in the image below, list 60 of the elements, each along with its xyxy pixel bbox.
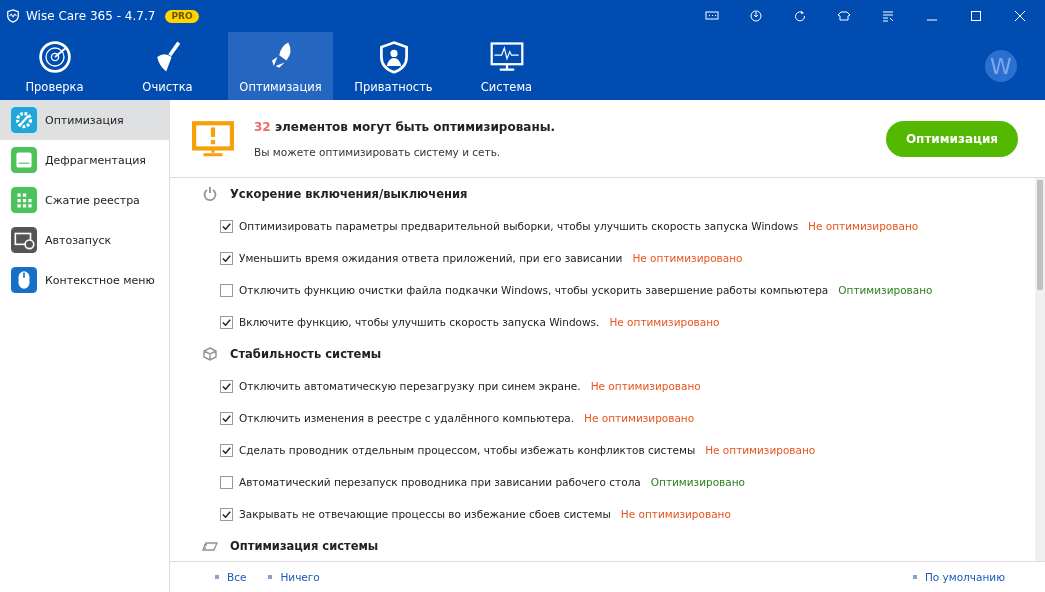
monitor-warning-icon [192,120,234,157]
cube-icon [202,346,218,362]
menu-icon[interactable] [881,9,895,23]
sidebar-item[interactable]: Сжатие реестра [0,180,169,220]
option-label: Отключить автоматическую перезагрузку при синем экране. [239,380,581,392]
status-text: Не оптимизировано [808,220,919,232]
checkbox[interactable] [220,251,233,265]
maximize-icon[interactable] [969,9,983,23]
select-link[interactable]: Ничего [268,571,320,583]
section-title: Стабильность системы [230,347,382,361]
section-title: Оптимизация системы [230,539,379,553]
nav-tab[interactable]: Система [454,32,559,100]
checkbox[interactable] [220,379,233,393]
sidebar-item[interactable]: Автозапуск [0,220,169,260]
section-title: Ускорение включения/выключения [230,187,468,201]
nav-tab[interactable]: Приватность [341,32,446,100]
status-text: Не оптимизировано [705,444,816,456]
logo-icon [6,9,20,23]
pro-badge: PRO [165,9,199,23]
option-label: Уменьшить время ожидания ответа приложений, при его зависании [239,252,623,264]
status-text: Не оптимизировано [620,508,731,520]
option-label: Включите функцию, чтобы улучшить скорость запуска Windows. [239,316,600,328]
option-label: Оптимизировать параметры предварительной выборки, чтобы улучшить скорость запуска Windows [239,220,799,232]
status-text: Оптимизировано [650,476,745,488]
option-label: Закрывать не отвечающие процессы во избежание сбоев системы [239,508,611,520]
summary-text: 32 элементов могут быть оптимизированы. [254,119,556,134]
power-icon [202,186,218,202]
checkbox[interactable] [220,411,233,425]
checkbox[interactable] [220,507,233,521]
status-text: Оптимизировано [838,284,933,296]
status-text: Не оптимизировано [590,380,701,392]
shirt-icon[interactable] [837,9,851,23]
nav-tab[interactable]: Очистка [115,32,220,100]
refresh-icon[interactable] [793,9,807,23]
status-text: Не оптимизировано [632,252,743,264]
option-label: Отключить функцию очистки файла подкачки Windows, чтобы ускорить завершение работы компьютера [239,284,829,296]
option-label: Автоматический перезапуск проводника при зависании рабочего стола [239,476,641,488]
feedback-icon[interactable] [705,9,719,23]
default-link[interactable]: По умолчанию [912,571,1005,583]
sidebar-item[interactable]: Дефрагментация [0,140,169,180]
sidebar-item[interactable]: Контекстное меню [0,260,169,300]
checkbox[interactable] [220,475,233,489]
scroll-thumb[interactable] [1037,180,1043,290]
status-text: Не оптимизировано [609,316,720,328]
option-label: Отключить изменения в реестре с удалённого компьютера. [239,412,575,424]
option-label: Сделать проводник отдельным процессом, чтобы избежать конфликтов системы [239,444,696,456]
checkbox[interactable] [220,443,233,457]
window-title: Wise Care 365 - 4.7.7 [26,9,156,23]
select-link[interactable]: Все [215,571,247,583]
status-text: Не оптимизировано [584,412,695,424]
close-icon[interactable] [1013,9,1027,23]
checkbox[interactable] [220,219,233,233]
download-icon[interactable] [749,9,763,23]
scrollbar[interactable] [1035,178,1045,561]
checkbox[interactable] [220,283,233,297]
subtitle-text: Вы можете оптимизировать систему и сеть. [254,145,502,158]
sidebar-item[interactable]: Оптимизация [0,100,169,140]
checkbox[interactable] [220,315,233,329]
nav-tab[interactable]: Оптимизация [228,32,333,100]
nav-tab[interactable]: Проверка [2,32,107,100]
